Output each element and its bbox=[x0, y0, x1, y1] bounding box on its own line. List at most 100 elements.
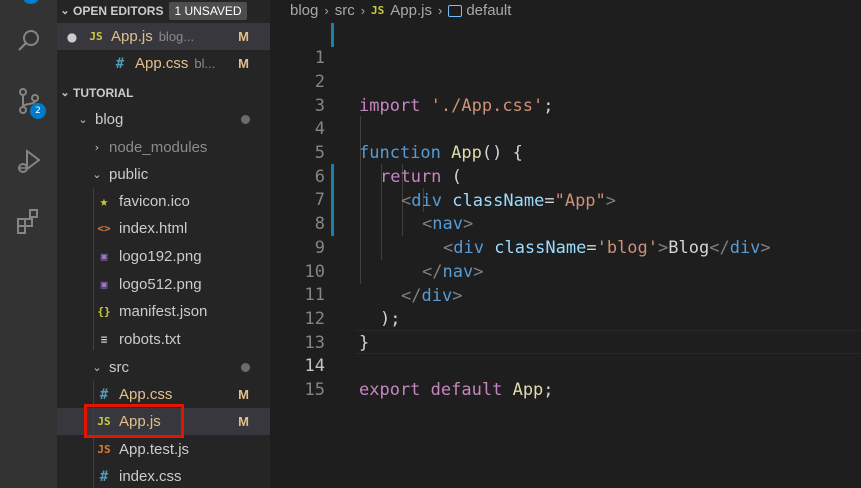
file-manifest[interactable]: {} manifest.json bbox=[57, 298, 270, 325]
folder-src[interactable]: ⌄ src bbox=[57, 354, 270, 381]
image-file-icon: ▣ bbox=[100, 278, 108, 291]
file-name: index.html bbox=[119, 220, 188, 237]
tutorial-title: TUTORIAL bbox=[73, 85, 134, 100]
explorer-badge bbox=[23, 0, 39, 4]
code-line[interactable]: 1 bbox=[270, 22, 861, 68]
image-file-icon: ▣ bbox=[100, 250, 108, 263]
open-editor-item-app-js[interactable]: ● JS App.js blog... M bbox=[57, 23, 270, 50]
folder-node-modules[interactable]: › node_modules bbox=[57, 134, 270, 161]
code-line[interactable]: 9 </nav> bbox=[270, 212, 861, 282]
file-name: manifest.json bbox=[119, 303, 208, 320]
file-name: logo512.png bbox=[119, 276, 202, 293]
open-editor-item-app-css[interactable]: # App.css bl... M bbox=[57, 50, 270, 77]
code-line[interactable]: 10 </div> bbox=[270, 236, 861, 306]
chevron-down-icon: ⌄ bbox=[60, 5, 70, 17]
modified-flag: M bbox=[238, 387, 249, 402]
js-file-icon: JS bbox=[371, 3, 385, 17]
modified-flag: M bbox=[238, 29, 249, 44]
chevron-right-icon: › bbox=[438, 2, 443, 18]
tree-indent-guide bbox=[93, 188, 94, 350]
extensions-icon[interactable] bbox=[0, 196, 57, 246]
modified-dot bbox=[241, 115, 250, 124]
run-debug-icon[interactable] bbox=[0, 136, 57, 186]
chevron-down-icon: ⌄ bbox=[78, 113, 88, 126]
folder-name: blog bbox=[95, 111, 124, 128]
breadcrumb-item[interactable]: default bbox=[466, 2, 511, 19]
breadcrumb: blog › src › JS App.js › default bbox=[290, 0, 511, 20]
chevron-right-icon: › bbox=[324, 2, 329, 18]
line-number: 15 bbox=[304, 380, 325, 400]
code-token: ; bbox=[543, 380, 554, 400]
chevron-down-icon: ⌄ bbox=[60, 87, 70, 99]
code-line-current[interactable]: 14 export default App; bbox=[270, 330, 861, 400]
folder-name: src bbox=[109, 359, 129, 376]
tutorial-header[interactable]: ⌄ TUTORIAL bbox=[57, 79, 270, 106]
file-logo192[interactable]: ▣ logo192.png bbox=[57, 243, 270, 270]
breadcrumb-item[interactable]: src bbox=[335, 2, 355, 19]
open-editor-name: App.css bbox=[135, 55, 189, 72]
code-line[interactable]: 12 } bbox=[270, 283, 861, 353]
chevron-down-icon: ⌄ bbox=[92, 168, 102, 181]
unsaved-dot-icon[interactable]: ● bbox=[57, 30, 87, 44]
code-line[interactable]: 3 bbox=[270, 70, 861, 116]
chevron-right-icon: › bbox=[360, 2, 366, 18]
code-line[interactable]: 4 function App() { bbox=[270, 93, 861, 163]
activity-bar: 2 bbox=[0, 0, 57, 488]
modified-dot bbox=[241, 363, 250, 372]
test-file-icon: JS bbox=[97, 443, 111, 456]
file-name: favicon.ico bbox=[119, 193, 190, 210]
file-name: App.css bbox=[119, 386, 173, 403]
file-index-css[interactable]: # index.css bbox=[57, 463, 270, 488]
open-editors-title: OPEN EDITORS bbox=[73, 3, 164, 18]
text-file-icon: ≡ bbox=[100, 333, 108, 346]
file-favicon[interactable]: ★ favicon.ico bbox=[57, 188, 270, 215]
breadcrumb-item[interactable]: blog bbox=[290, 2, 318, 19]
star-icon: ★ bbox=[99, 193, 109, 210]
chevron-right-icon: › bbox=[94, 141, 100, 154]
search-icon[interactable] bbox=[0, 16, 57, 66]
file-name: App.test.js bbox=[119, 441, 190, 458]
open-editor-desc: bl... bbox=[194, 56, 216, 71]
css-file-icon: # bbox=[99, 468, 109, 485]
open-editor-desc: blog... bbox=[158, 29, 195, 44]
css-file-icon: # bbox=[99, 386, 109, 403]
source-control-badge: 2 bbox=[30, 103, 46, 119]
css-file-icon: # bbox=[115, 55, 125, 72]
code-token: default bbox=[430, 380, 503, 400]
code-line[interactable]: 5 return ( bbox=[270, 117, 861, 187]
code-line[interactable]: 13 bbox=[270, 307, 861, 353]
open-editor-name: App.js bbox=[111, 28, 153, 45]
symbol-icon bbox=[448, 5, 463, 17]
modified-flag: M bbox=[238, 414, 249, 429]
code-line[interactable]: 8 <div className='blog'>Blog</div> bbox=[270, 188, 861, 258]
open-editors-header[interactable]: ⌄ OPEN EDITORS 1 UNSAVED bbox=[57, 0, 270, 24]
file-name: logo192.png bbox=[119, 248, 202, 265]
code-editor[interactable]: blog › src › JS App.js › default 1 2 imp… bbox=[270, 0, 861, 488]
modified-flag: M bbox=[238, 56, 249, 71]
file-robots[interactable]: ≡ robots.txt bbox=[57, 326, 270, 353]
highlight-annotation bbox=[84, 404, 184, 438]
folder-name: node_modules bbox=[109, 139, 208, 156]
file-app-test-js[interactable]: JS App.test.js bbox=[57, 436, 270, 463]
code-line[interactable]: 6 <div className="App"> bbox=[270, 141, 861, 211]
file-logo512[interactable]: ▣ logo512.png bbox=[57, 271, 270, 298]
unsaved-badge: 1 UNSAVED bbox=[169, 1, 247, 20]
json-file-icon: {} bbox=[97, 305, 111, 318]
folder-public[interactable]: ⌄ public bbox=[57, 161, 270, 188]
html-file-icon: <> bbox=[97, 222, 111, 235]
code-line[interactable]: 7 <nav> bbox=[270, 164, 861, 234]
code-token: App bbox=[512, 380, 544, 400]
file-name: index.css bbox=[119, 468, 182, 485]
breadcrumb-item[interactable]: App.js bbox=[390, 2, 432, 19]
code-token: export bbox=[359, 380, 421, 400]
code-line[interactable]: 11 ); bbox=[270, 259, 861, 329]
chevron-down-icon: ⌄ bbox=[92, 361, 102, 374]
js-file-icon: JS bbox=[89, 30, 103, 43]
file-index-html[interactable]: <> index.html bbox=[57, 215, 270, 242]
folder-name: public bbox=[109, 166, 149, 183]
code-line[interactable]: 2 import './App.css'; bbox=[270, 46, 861, 116]
code-line[interactable]: 15 bbox=[270, 354, 861, 400]
file-name: robots.txt bbox=[119, 331, 181, 348]
source-control-icon[interactable]: 2 bbox=[0, 76, 57, 126]
folder-blog[interactable]: ⌄ blog bbox=[57, 106, 270, 133]
